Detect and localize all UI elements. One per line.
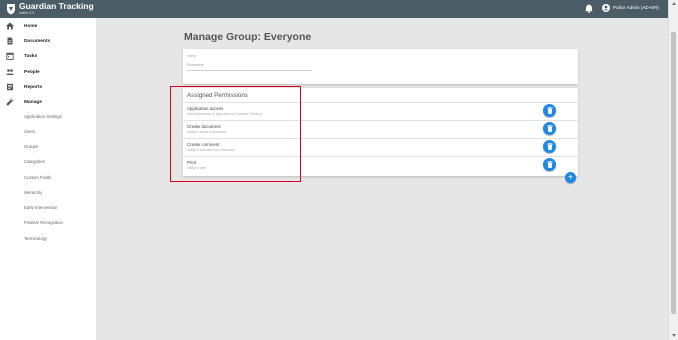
permission-name: Application access (187, 106, 224, 111)
assigned-permissions-card: Assigned Permissions Application access … (183, 88, 578, 176)
trash-icon (546, 107, 553, 114)
permissions-header: Assigned Permissions (187, 92, 248, 99)
home-icon (6, 22, 14, 30)
trash-icon (546, 143, 553, 150)
wrench-icon (6, 98, 14, 106)
manage-item-terminology[interactable]: Terminology (24, 236, 47, 241)
app-title: Guardian Tracking (19, 1, 94, 11)
sidebar-item-label: Reports (24, 84, 43, 90)
sidebar-item-home[interactable]: Home (0, 20, 96, 32)
manage-item-users[interactable]: Users (24, 129, 35, 134)
delete-permission-button[interactable] (543, 158, 556, 171)
permission-row: Create document Ability to create a docu… (183, 120, 578, 138)
delete-permission-button[interactable] (543, 122, 556, 135)
sidebar-item-label: Home (24, 23, 38, 29)
scroll-down-arrow-icon[interactable] (672, 334, 676, 337)
people-icon (6, 69, 14, 75)
manage-item-categories[interactable]: Categories (24, 159, 45, 164)
scrollbar-thumb[interactable] (671, 32, 676, 314)
permission-name: Create comment (187, 142, 220, 147)
sidebar-item-tasks[interactable]: Tasks (0, 50, 96, 62)
sidebar: Home Documents Tasks People Reports Mana… (0, 18, 96, 340)
permission-description: Ability to create a document (187, 130, 227, 134)
manage-item-positive-recognition[interactable]: Positive Recognition (24, 220, 63, 225)
brand[interactable]: Guardian Tracking online 2.0 (6, 2, 94, 15)
app-subtitle: online 2.0 (19, 11, 35, 15)
report-icon (7, 83, 13, 91)
sidebar-item-people[interactable]: People (0, 66, 96, 78)
delete-permission-button[interactable] (543, 104, 556, 117)
trash-icon (546, 161, 553, 168)
sidebar-item-documents[interactable]: Documents (0, 35, 96, 47)
permission-description: Ability to comment on a document (187, 148, 236, 152)
scrollbar[interactable] (668, 0, 678, 340)
sidebar-item-label: Documents (24, 38, 51, 44)
user-account-icon[interactable] (602, 4, 610, 12)
document-icon (7, 37, 13, 45)
permission-row: Application access Grant permission to l… (183, 102, 578, 120)
permission-description: Ability to print (187, 166, 207, 170)
sidebar-item-manage[interactable]: Manage (0, 96, 96, 108)
permission-row: Print Ability to print (183, 156, 578, 174)
sidebar-item-label: People (24, 69, 40, 75)
delete-permission-button[interactable] (543, 140, 556, 153)
manage-item-early-intervention[interactable]: Early Intervention (24, 205, 57, 210)
sidebar-item-reports[interactable]: Reports (0, 81, 96, 93)
top-bar: Guardian Tracking online 2.0 Police Admi… (0, 0, 668, 18)
name-input[interactable]: Everyone (187, 62, 312, 71)
permission-description: Grant permission to login and use Guardi… (187, 112, 262, 116)
permission-row: Create comment Ability to comment on a d… (183, 138, 578, 156)
page-title: Manage Group: Everyone (184, 31, 312, 43)
sidebar-item-label: Tasks (24, 53, 38, 59)
name-field-label: Name (187, 54, 197, 58)
manage-item-groups[interactable]: Groups (24, 144, 38, 149)
sidebar-item-label: Manage (24, 99, 42, 105)
calendar-icon (6, 52, 14, 60)
manage-item-hierarchy[interactable]: Hierarchy (24, 190, 42, 195)
shield-logo-icon (7, 4, 15, 15)
user-name[interactable]: Police Admin (AD-MR) (613, 5, 659, 10)
manage-item-custom-fields[interactable]: Custom Fields (24, 175, 51, 180)
bell-icon[interactable] (585, 4, 593, 13)
trash-icon (546, 125, 553, 132)
permission-name: Print (187, 160, 197, 165)
group-name-card: Name Everyone (183, 49, 578, 84)
scroll-up-arrow-icon[interactable] (672, 2, 676, 5)
add-permission-button[interactable]: + (565, 172, 576, 183)
permission-name: Create document (187, 124, 221, 129)
manage-item-application-settings[interactable]: Application Settings (24, 114, 62, 119)
